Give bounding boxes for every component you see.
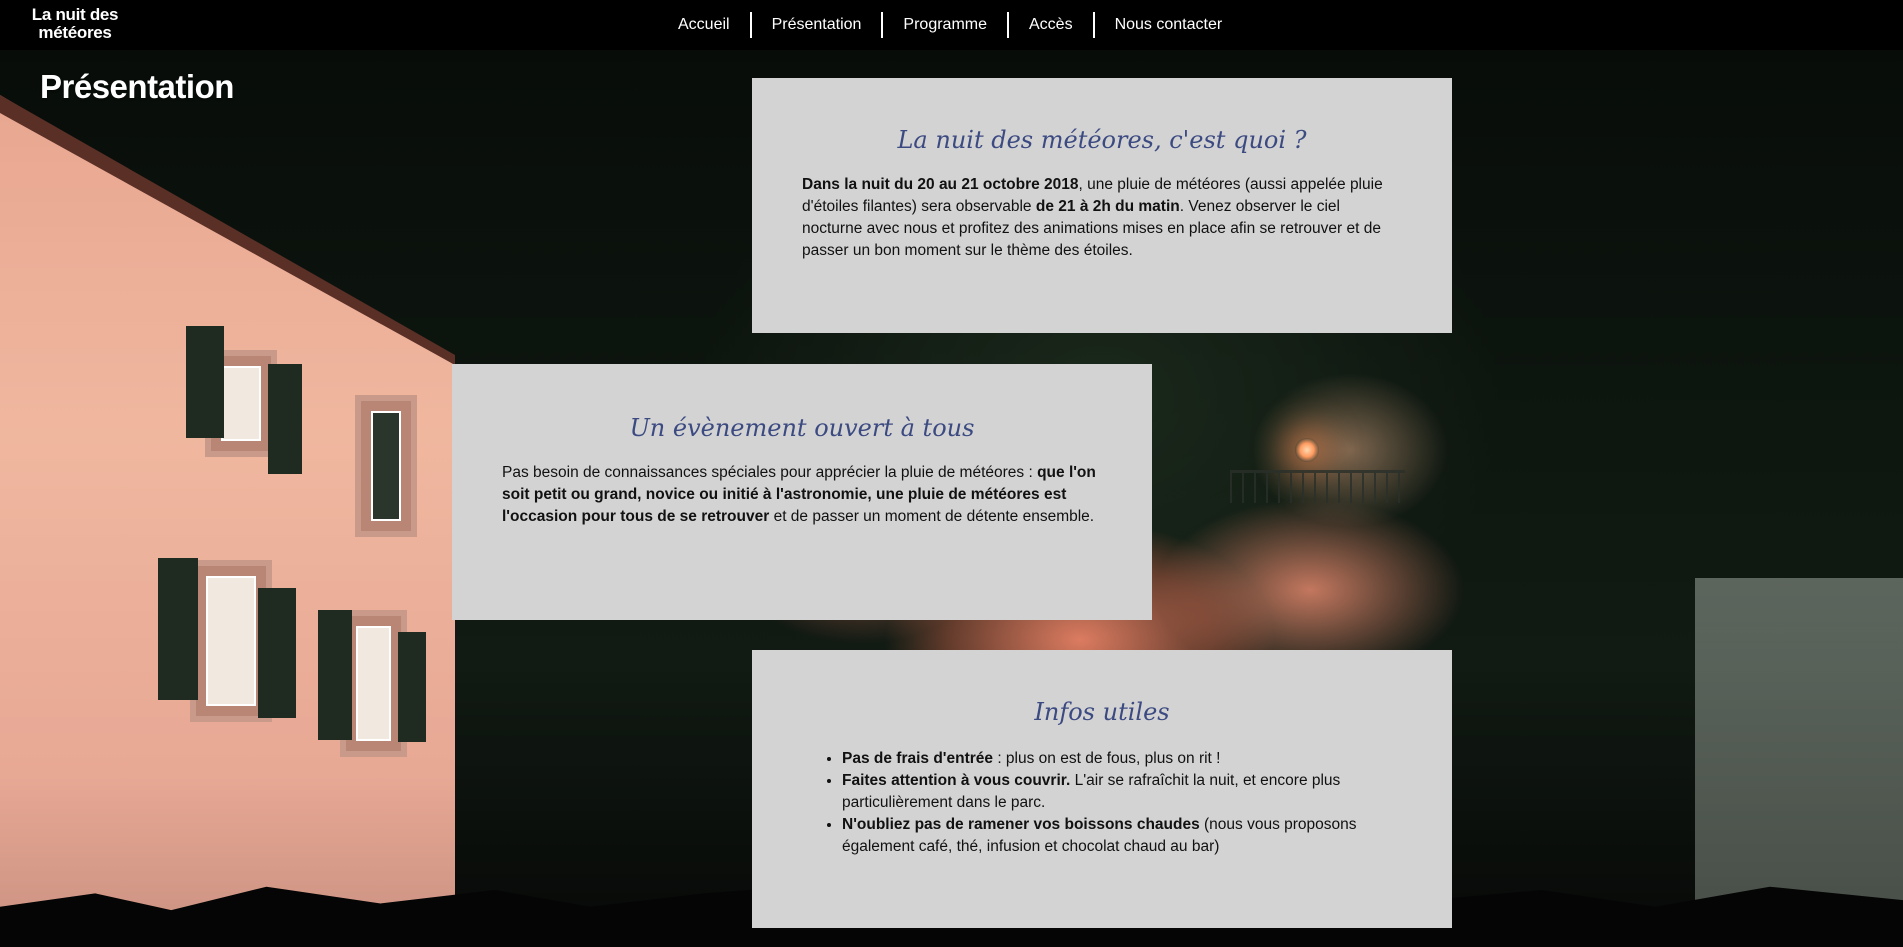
background-lamp xyxy=(1295,438,1319,462)
info-list: Pas de frais d'entrée : plus on est de f… xyxy=(802,748,1402,858)
text-bold: de 21 à 2h du matin xyxy=(1035,198,1180,215)
nav-link-programme[interactable]: Programme xyxy=(883,12,1007,38)
text-normal: et de passer un moment de détente ensemb… xyxy=(769,508,1095,525)
section-open-event: Un évènement ouvert à tous Pas besoin de… xyxy=(452,364,1152,620)
page-title: Présentation xyxy=(40,68,234,105)
section-heading: Infos utiles xyxy=(1034,698,1170,726)
section-heading: Un évènement ouvert à tous xyxy=(629,414,975,442)
section-useful-info: Infos utiles Pas de frais d'entrée : plu… xyxy=(752,650,1452,928)
text-bold: N'oubliez pas de ramener vos boissons ch… xyxy=(842,816,1200,833)
section-heading: La nuit des météores, c'est quoi ? xyxy=(897,126,1307,154)
background-balcony xyxy=(1230,470,1405,503)
list-item: Faites attention à vous couvrir. L'air s… xyxy=(842,770,1402,814)
site-header: La nuit des météores Accueil Présentatio… xyxy=(0,0,1903,50)
site-logo[interactable]: La nuit des météores xyxy=(27,6,123,42)
logo-line-2: météores xyxy=(38,23,112,42)
main-nav: Accueil Présentation Programme Accès Nou… xyxy=(658,12,1242,38)
list-item: Pas de frais d'entrée : plus on est de f… xyxy=(842,748,1402,770)
nav-link-accueil[interactable]: Accueil xyxy=(658,12,750,38)
section-what-is-it: La nuit des météores, c'est quoi ? Dans … xyxy=(752,78,1452,333)
logo-line-1: La nuit des xyxy=(31,5,119,24)
background-shutter xyxy=(186,326,224,438)
background-window xyxy=(355,395,417,537)
nav-link-contact[interactable]: Nous contacter xyxy=(1095,12,1243,38)
background-shutter xyxy=(398,632,426,742)
background-shutter xyxy=(158,558,198,700)
section-paragraph: Dans la nuit du 20 au 21 octobre 2018, u… xyxy=(802,174,1402,262)
text-normal: Pas besoin de connaissances spéciales po… xyxy=(502,464,1038,481)
list-item: N'oubliez pas de ramener vos boissons ch… xyxy=(842,814,1402,858)
text-bold: Faites attention à vous couvrir. xyxy=(842,772,1071,789)
text-normal: : plus on est de fous, plus on rit ! xyxy=(993,750,1221,767)
nav-link-presentation[interactable]: Présentation xyxy=(752,12,882,38)
text-bold: Pas de frais d'entrée xyxy=(842,750,994,767)
section-paragraph: Pas besoin de connaissances spéciales po… xyxy=(502,462,1102,528)
nav-link-acces[interactable]: Accès xyxy=(1009,12,1093,38)
background-shutter xyxy=(258,588,296,718)
background-shutter xyxy=(318,610,352,740)
background-shutter xyxy=(268,364,302,474)
text-bold: Dans la nuit du 20 au 21 octobre 2018 xyxy=(802,176,1079,193)
